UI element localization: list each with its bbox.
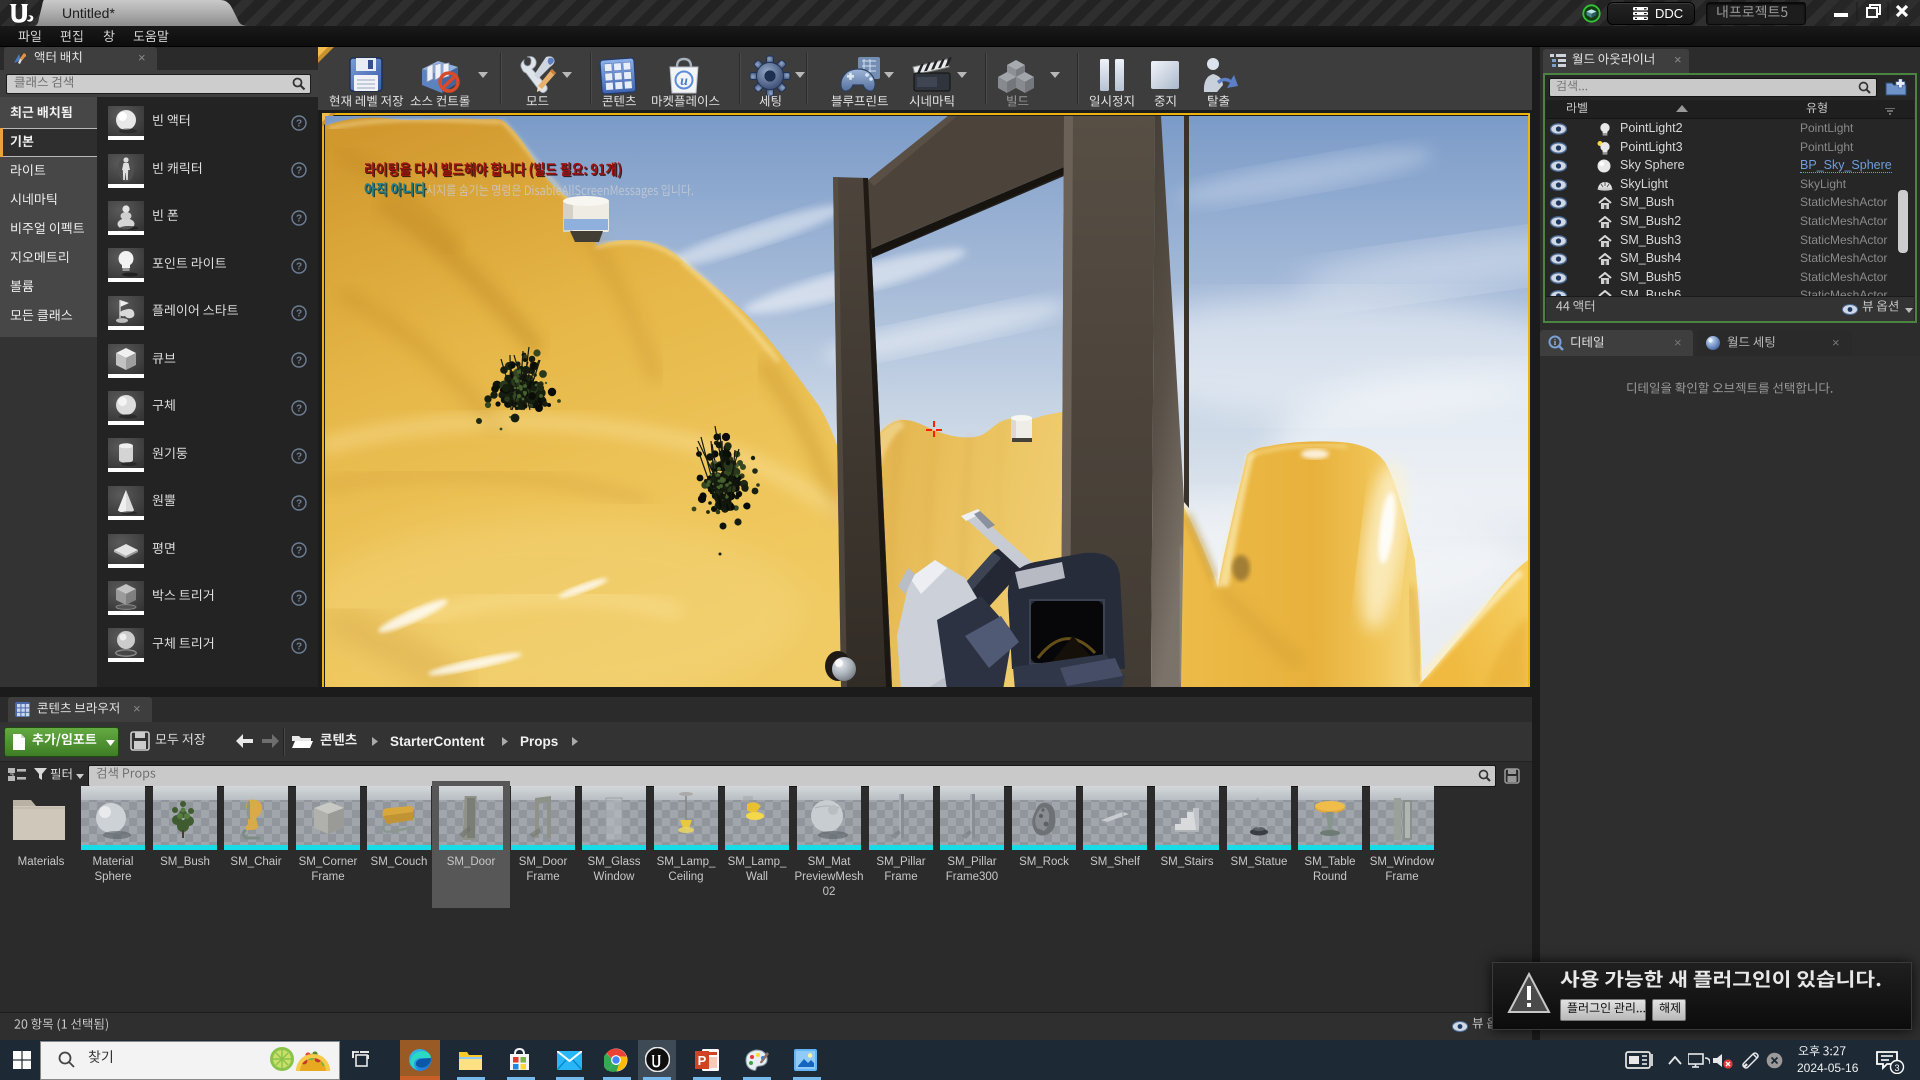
svg-text:?: ? (296, 119, 302, 130)
svg-text:?: ? (296, 262, 302, 273)
svg-text:?: ? (296, 404, 302, 415)
svg-text:?: ? (296, 309, 302, 320)
svg-text:?: ? (296, 356, 302, 367)
svg-text:i: i (1554, 338, 1557, 347)
svg-text:?: ? (296, 214, 302, 225)
svg-text:?: ? (296, 499, 302, 510)
svg-text:P: P (698, 1053, 707, 1068)
svg-text:?: ? (296, 452, 302, 463)
svg-text:3: 3 (1894, 1063, 1899, 1073)
svg-text:?: ? (296, 594, 302, 605)
svg-text:?: ? (296, 166, 302, 177)
svg-text:u: u (680, 74, 688, 89)
svg-text:?: ? (296, 642, 302, 653)
svg-text:?: ? (296, 546, 302, 557)
